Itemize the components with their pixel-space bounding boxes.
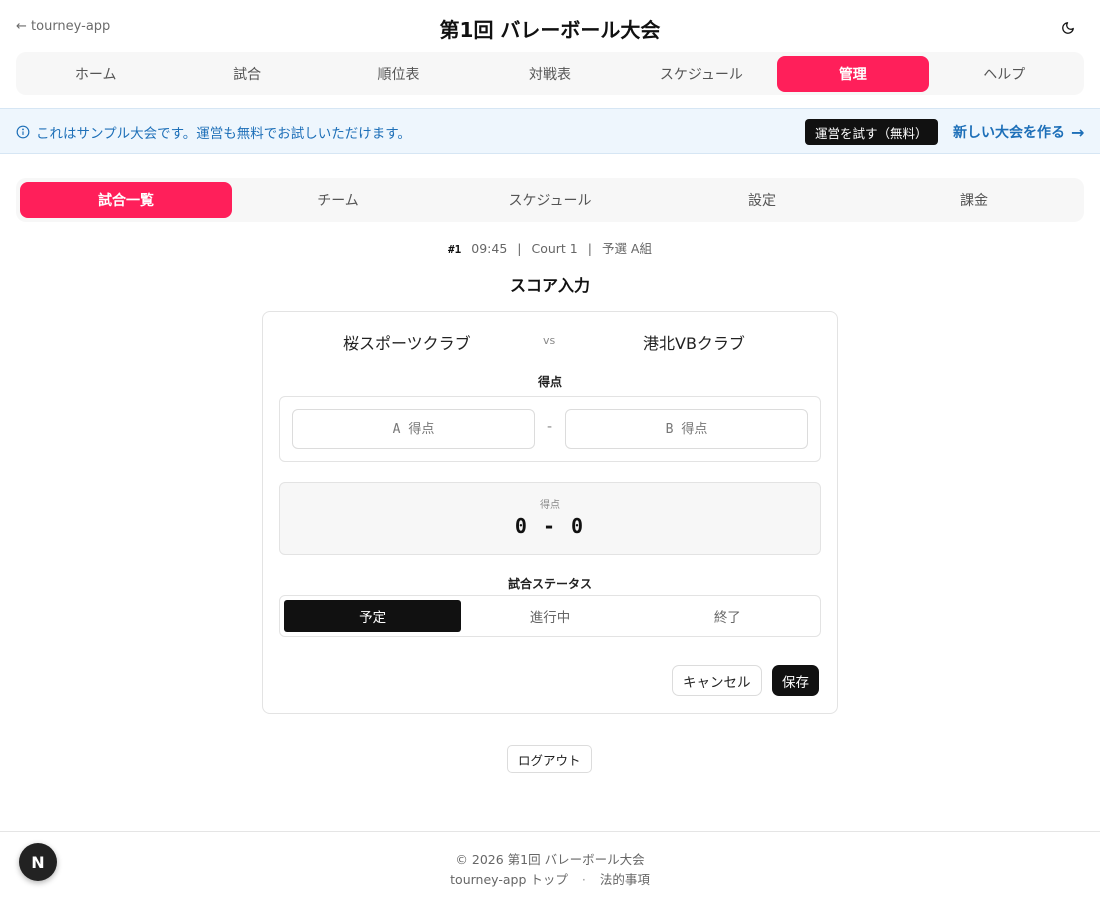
score-separator: -	[547, 419, 553, 435]
nextjs-dev-badge[interactable]: N	[19, 843, 57, 881]
theme-toggle-button[interactable]	[1056, 18, 1080, 38]
status-label: 試合ステータス	[507, 577, 592, 591]
vs-label: vs	[543, 334, 556, 347]
tab-standings[interactable]: 順位表	[323, 56, 474, 92]
main-nav: ホーム 試合 順位表 対戦表 スケジュール 管理 ヘルプ	[16, 52, 1084, 95]
try-admin-button[interactable]: 運営を試す（無料）	[805, 119, 938, 145]
logout-button[interactable]: ログアウト	[507, 745, 592, 773]
score-preview: 得点 0 - 0	[279, 482, 821, 555]
footer: © 2026 第1回 バレーボール大会 tourney-app トップ · 法的…	[0, 831, 1100, 900]
score-b-input[interactable]	[565, 409, 808, 449]
footer-links: tourney-app トップ · 法的事項	[0, 869, 1100, 888]
footer-link-top[interactable]: tourney-app トップ	[450, 872, 568, 887]
subtab-billing[interactable]: 課金	[868, 182, 1080, 218]
save-button[interactable]: 保存	[772, 665, 819, 696]
tab-bracket[interactable]: 対戦表	[474, 56, 625, 92]
info-icon	[16, 125, 30, 139]
score-a-input[interactable]	[292, 409, 535, 449]
team-b-name: 港北VBクラブ	[643, 334, 745, 353]
sample-banner: これはサンプル大会です。運営も無料でお試しいただけます。 運営を試す（無料） 新…	[0, 108, 1100, 154]
footer-separator: ·	[581, 872, 586, 887]
moon-icon	[1062, 22, 1074, 34]
status-toggle-group: 予定 進行中 終了	[279, 595, 821, 637]
match-court: Court 1	[531, 241, 578, 256]
arrow-right-icon: →	[1071, 122, 1085, 142]
footer-link-legal[interactable]: 法的事項	[600, 872, 650, 887]
status-finished[interactable]: 終了	[639, 600, 816, 632]
admin-sub-nav: 試合一覧 チーム スケジュール 設定 課金	[16, 178, 1084, 222]
banner-message: これはサンプル大会です。運営も無料でお試しいただけます。	[16, 122, 411, 142]
cancel-button[interactable]: キャンセル	[672, 665, 762, 696]
tab-schedule[interactable]: スケジュール	[626, 56, 777, 92]
match-meta: #1 09:45 | Court 1 | 予選 A組	[448, 241, 652, 256]
tab-admin[interactable]: 管理	[777, 55, 929, 92]
score-label: 得点	[537, 375, 562, 389]
new-tournament-link[interactable]: 新しい大会を作る →	[953, 122, 1084, 142]
footer-copyright: © 2026 第1回 バレーボール大会	[455, 852, 645, 867]
score-preview-label: 得点	[540, 500, 560, 511]
score-entry-card: 桜スポーツクラブ vs 港北VBクラブ 得点 - 得点 0 - 0 試合ステータ…	[262, 311, 838, 714]
team-a-name: 桜スポーツクラブ	[343, 334, 471, 353]
tab-matches[interactable]: 試合	[171, 56, 322, 92]
score-entry-title: スコア入力	[509, 276, 590, 295]
match-group: 予選 A組	[601, 241, 652, 256]
status-in-progress[interactable]: 進行中	[461, 600, 638, 632]
header: ← tourney-app 第1回 バレーボール大会	[0, 0, 1100, 56]
match-time: 09:45	[471, 241, 508, 256]
n-logo-icon: N	[31, 852, 45, 872]
tab-help[interactable]: ヘルプ	[929, 56, 1080, 92]
subtab-match-list[interactable]: 試合一覧	[20, 182, 232, 218]
subtab-teams[interactable]: チーム	[232, 182, 444, 218]
subtab-settings[interactable]: 設定	[656, 182, 868, 218]
score-preview-value: 0 - 0	[514, 514, 586, 538]
page-title: 第1回 バレーボール大会	[439, 18, 661, 42]
status-scheduled[interactable]: 予定	[284, 600, 462, 632]
score-input-group: -	[279, 396, 821, 462]
new-tournament-label: 新しい大会を作る	[953, 125, 1065, 141]
banner-message-text: これはサンプル大会です。運営も無料でお試しいただけます。	[36, 126, 411, 142]
match-number: #1	[448, 243, 462, 256]
tab-home[interactable]: ホーム	[20, 56, 171, 92]
subtab-schedule[interactable]: スケジュール	[444, 182, 656, 218]
